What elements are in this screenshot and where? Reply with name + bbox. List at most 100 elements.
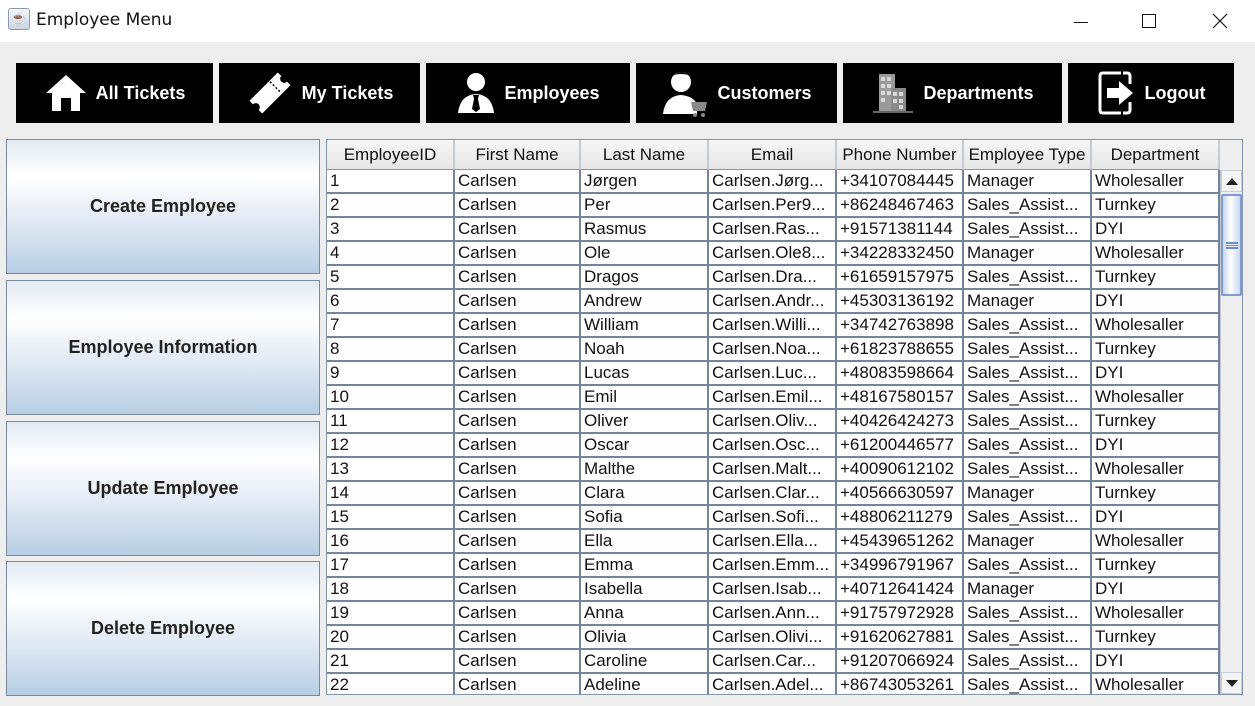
table-cell[interactable]: Carlsen.Per9... xyxy=(709,194,837,218)
table-cell[interactable]: +34996791967 xyxy=(837,554,964,578)
table-cell[interactable]: Carlsen xyxy=(455,194,581,218)
table-cell[interactable]: Carlsen.Andr... xyxy=(709,290,837,314)
table-row[interactable]: 1 Carlsen Jørgen Carlsen.Jørg... +3410708444… xyxy=(327,170,1220,194)
table-cell[interactable]: Sales_Assist... xyxy=(964,194,1092,218)
table-cell[interactable]: +61200446577 xyxy=(837,434,964,458)
table-cell[interactable]: +91757972928 xyxy=(837,602,964,626)
table-cell[interactable]: William xyxy=(581,314,709,338)
table-cell[interactable]: 14 xyxy=(327,482,455,506)
table-cell[interactable]: Carlsen xyxy=(455,674,581,694)
table-row[interactable]: 10 Carlsen Emil Carlsen.Emil... +48167580157… xyxy=(327,386,1220,410)
table-cell[interactable]: Emma xyxy=(581,554,709,578)
table-cell[interactable]: 3 xyxy=(327,218,455,242)
table-row[interactable]: 16 Carlsen Ella Carlsen.Ella... +45439651262… xyxy=(327,530,1220,554)
table-cell[interactable]: 17 xyxy=(327,554,455,578)
table-cell[interactable]: Carlsen xyxy=(455,530,581,554)
table-cell[interactable]: Rasmus xyxy=(581,218,709,242)
table-cell[interactable]: Wholesaller xyxy=(1092,458,1220,482)
table-cell[interactable]: Wholesaller xyxy=(1092,314,1220,338)
table-cell[interactable]: 2 xyxy=(327,194,455,218)
table-cell[interactable]: Sales_Assist... xyxy=(964,458,1092,482)
table-cell[interactable]: Carlsen xyxy=(455,458,581,482)
table-row[interactable]: 14 Carlsen Clara Carlsen.Clar... +4056663059… xyxy=(327,482,1220,506)
table-cell[interactable]: Wholesaller xyxy=(1092,386,1220,410)
table-cell[interactable]: +48167580157 xyxy=(837,386,964,410)
table-cell[interactable]: Carlsen xyxy=(455,266,581,290)
table-row[interactable]: 6 Carlsen Andrew Carlsen.Andr... +4530313619… xyxy=(327,290,1220,314)
table-cell[interactable]: Carlsen.Ras... xyxy=(709,218,837,242)
table-cell[interactable]: Olivia xyxy=(581,626,709,650)
table-cell[interactable]: Carlsen.Olivi... xyxy=(709,626,837,650)
table-cell[interactable]: Sales_Assist... xyxy=(964,554,1092,578)
table-cell[interactable]: +86743053261 xyxy=(837,674,964,694)
table-row[interactable]: 12 Carlsen Oscar Carlsen.Osc... +61200446577… xyxy=(327,434,1220,458)
table-cell[interactable]: Sales_Assist... xyxy=(964,674,1092,694)
scroll-thumb[interactable] xyxy=(1221,194,1242,296)
table-cell[interactable]: 21 xyxy=(327,650,455,674)
table-cell[interactable]: Carlsen xyxy=(455,482,581,506)
table-cell[interactable]: DYI xyxy=(1092,218,1220,242)
table-cell[interactable]: 4 xyxy=(327,242,455,266)
table-row[interactable]: 17 Carlsen Emma Carlsen.Emm... +34996791967 S… xyxy=(327,554,1220,578)
table-cell[interactable]: Carlsen xyxy=(455,626,581,650)
table-cell[interactable]: Carlsen xyxy=(455,242,581,266)
table-cell[interactable]: Sales_Assist... xyxy=(964,386,1092,410)
employee-information-button[interactable]: Employee Information xyxy=(6,280,320,415)
table-row[interactable]: 21 Carlsen Caroline Carlsen.Car... +91207066… xyxy=(327,650,1220,674)
table-cell[interactable]: Sales_Assist... xyxy=(964,266,1092,290)
table-cell[interactable]: Carlsen.Adel... xyxy=(709,674,837,694)
table-cell[interactable]: Carlsen.Emm... xyxy=(709,554,837,578)
table-cell[interactable]: Clara xyxy=(581,482,709,506)
table-cell[interactable]: +61659157975 xyxy=(837,266,964,290)
table-cell[interactable]: DYI xyxy=(1092,290,1220,314)
table-cell[interactable]: Carlsen xyxy=(455,314,581,338)
table-cell[interactable]: Turnkey xyxy=(1092,626,1220,650)
table-row[interactable]: 11 Carlsen Oliver Carlsen.Oliv... +404264242… xyxy=(327,410,1220,434)
table-cell[interactable]: Carlsen xyxy=(455,434,581,458)
table-cell[interactable]: +48806211279 xyxy=(837,506,964,530)
column-header[interactable]: Email xyxy=(709,140,837,170)
column-header[interactable]: Department xyxy=(1092,140,1220,170)
table-cell[interactable]: Wholesaller xyxy=(1092,674,1220,694)
table-cell[interactable]: Manager xyxy=(964,242,1092,266)
table-cell[interactable]: 13 xyxy=(327,458,455,482)
table-cell[interactable]: Manager xyxy=(964,578,1092,602)
table-cell[interactable]: Carlsen xyxy=(455,386,581,410)
nav-customers-button[interactable]: Customers xyxy=(636,63,837,123)
table-cell[interactable]: Oscar xyxy=(581,434,709,458)
table-cell[interactable]: Turnkey xyxy=(1092,338,1220,362)
nav-employees-button[interactable]: Employees xyxy=(426,63,630,123)
table-row[interactable]: 19 Carlsen Anna Carlsen.Ann... +91757972928 S… xyxy=(327,602,1220,626)
table-cell[interactable]: Turnkey xyxy=(1092,194,1220,218)
table-cell[interactable]: +40566630597 xyxy=(837,482,964,506)
table-cell[interactable]: 15 xyxy=(327,506,455,530)
table-cell[interactable]: +40426424273 xyxy=(837,410,964,434)
table-cell[interactable]: Sales_Assist... xyxy=(964,218,1092,242)
table-cell[interactable]: Manager xyxy=(964,290,1092,314)
table-cell[interactable]: +61823788655 xyxy=(837,338,964,362)
vertical-scrollbar[interactable] xyxy=(1220,170,1242,694)
column-header[interactable]: Last Name xyxy=(581,140,709,170)
table-cell[interactable]: Turnkey xyxy=(1092,482,1220,506)
table-cell[interactable]: Lucas xyxy=(581,362,709,386)
table-cell[interactable]: Turnkey xyxy=(1092,410,1220,434)
table-cell[interactable]: Manager xyxy=(964,530,1092,554)
table-cell[interactable]: +34107084445 xyxy=(837,170,964,194)
table-cell[interactable]: Carlsen.Car... xyxy=(709,650,837,674)
table-cell[interactable]: Carlsen.Osc... xyxy=(709,434,837,458)
table-cell[interactable]: Sofia xyxy=(581,506,709,530)
table-cell[interactable]: Sales_Assist... xyxy=(964,626,1092,650)
maximize-button[interactable] xyxy=(1126,0,1172,42)
table-cell[interactable]: DYI xyxy=(1092,650,1220,674)
table-cell[interactable]: Carlsen.Jørg... xyxy=(709,170,837,194)
table-cell[interactable]: Carlsen.Oliv... xyxy=(709,410,837,434)
table-cell[interactable]: Noah xyxy=(581,338,709,362)
nav-my-tickets-button[interactable]: My Tickets xyxy=(219,63,420,123)
table-cell[interactable]: Carlsen xyxy=(455,218,581,242)
table-cell[interactable]: Adeline xyxy=(581,674,709,694)
table-cell[interactable]: 22 xyxy=(327,674,455,694)
table-row[interactable]: 8 Carlsen Noah Carlsen.Noa... +61823788655 Sa… xyxy=(327,338,1220,362)
update-employee-button[interactable]: Update Employee xyxy=(6,421,320,556)
table-cell[interactable]: Sales_Assist... xyxy=(964,506,1092,530)
table-cell[interactable]: Anna xyxy=(581,602,709,626)
